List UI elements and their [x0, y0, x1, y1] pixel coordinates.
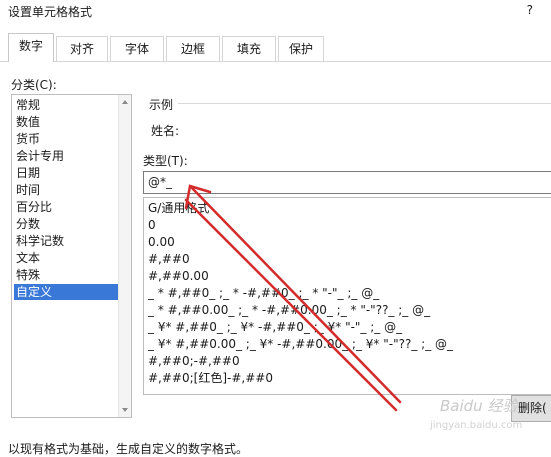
arrow-line-lower [184, 198, 398, 412]
tab-number[interactable]: 数字 [8, 33, 54, 62]
arrow-line-upper [190, 186, 402, 404]
annotation-arrows [184, 184, 402, 412]
